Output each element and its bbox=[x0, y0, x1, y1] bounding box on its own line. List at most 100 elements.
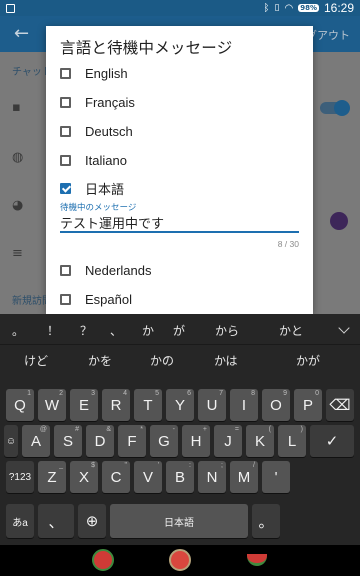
suggestion[interactable]: 、 bbox=[110, 322, 122, 339]
key-sub: 2 bbox=[59, 390, 63, 397]
checkmark-icon: ✓ bbox=[325, 433, 339, 450]
chat-toggle[interactable] bbox=[320, 100, 350, 116]
dialog-title: 言語と待機中メッセージ bbox=[60, 39, 233, 57]
key-q[interactable]: Q1 bbox=[6, 389, 34, 421]
key-label: Z bbox=[47, 468, 57, 486]
key-sub: _ bbox=[59, 462, 63, 469]
divider bbox=[0, 344, 360, 345]
key-t[interactable]: T5 bbox=[134, 389, 162, 421]
key-sub: 5 bbox=[155, 390, 159, 397]
language-option-french[interactable]: Français bbox=[60, 90, 135, 114]
key-sub: 3 bbox=[91, 390, 95, 397]
key-j[interactable]: J = bbox=[214, 425, 242, 457]
checkbox[interactable] bbox=[60, 264, 71, 276]
key-r[interactable]: R4 bbox=[102, 389, 130, 421]
battery-level: 98% bbox=[298, 4, 319, 12]
language-option-spanish[interactable]: Español bbox=[60, 287, 132, 311]
checkbox[interactable] bbox=[60, 154, 71, 166]
emoji-key[interactable]: ☺ bbox=[4, 425, 18, 457]
key-m[interactable]: M / bbox=[230, 461, 258, 493]
watermelon-slice-recents-icon[interactable] bbox=[247, 554, 267, 566]
key-i[interactable]: I8 bbox=[230, 389, 258, 421]
watermelon-back-icon[interactable] bbox=[92, 549, 114, 571]
key-s[interactable]: S # bbox=[54, 425, 82, 457]
key-f[interactable]: F * bbox=[118, 425, 146, 457]
key-l[interactable]: L) bbox=[278, 425, 306, 457]
key-sub: * bbox=[140, 426, 143, 433]
suggestion[interactable]: かが bbox=[296, 352, 320, 369]
suggestion-row: けど かを かの かは かが bbox=[0, 346, 360, 374]
key-n[interactable]: N; bbox=[198, 461, 226, 493]
color-swatch[interactable] bbox=[330, 212, 348, 230]
key-apostrophe[interactable]: ' bbox=[262, 461, 290, 493]
mode-switch-key[interactable]: あa bbox=[6, 504, 34, 538]
key-e[interactable]: E3 bbox=[70, 389, 98, 421]
enter-key[interactable]: ✓ bbox=[310, 425, 354, 457]
key-sub: 7 bbox=[219, 390, 223, 397]
key-sub: 6 bbox=[187, 390, 191, 397]
backspace-key[interactable]: ⌫ bbox=[326, 389, 354, 421]
key-o[interactable]: O9 bbox=[262, 389, 290, 421]
key-d[interactable]: D & bbox=[86, 425, 114, 457]
suggestion[interactable]: けど bbox=[24, 352, 48, 369]
key-y[interactable]: Y6 bbox=[166, 389, 194, 421]
key-k[interactable]: K( bbox=[246, 425, 274, 457]
notes-icon: ≡ bbox=[12, 246, 23, 261]
key-z[interactable]: Z _ bbox=[38, 461, 66, 493]
key-label: F bbox=[127, 432, 137, 450]
key-label: A bbox=[30, 432, 41, 450]
key-g[interactable]: G- bbox=[150, 425, 178, 457]
key-sub: 9 bbox=[283, 390, 287, 397]
wifi-icon: ◠ bbox=[284, 2, 294, 14]
key-w[interactable]: W2 bbox=[38, 389, 66, 421]
key-u[interactable]: U7 bbox=[198, 389, 226, 421]
comma-key[interactable]: 、 bbox=[38, 504, 74, 538]
language-option-italian[interactable]: Italiano bbox=[60, 148, 127, 172]
language-option-german[interactable]: Deutsch bbox=[60, 119, 133, 143]
key-label: I bbox=[241, 396, 247, 414]
key-x[interactable]: X $ bbox=[70, 461, 98, 493]
suggestion[interactable]: かは bbox=[214, 352, 238, 369]
suggestion[interactable]: かを bbox=[88, 352, 112, 369]
suggestion[interactable]: かの bbox=[150, 352, 174, 369]
key-v[interactable]: V ' bbox=[134, 461, 162, 493]
checkbox[interactable] bbox=[60, 293, 71, 305]
suggestion[interactable]: から bbox=[215, 322, 239, 339]
space-key[interactable]: 日本語 bbox=[110, 504, 248, 538]
language-option-japanese[interactable]: 日本語 bbox=[60, 176, 124, 200]
orange-home-icon[interactable] bbox=[169, 549, 191, 571]
language-option-dutch[interactable]: Nederlands bbox=[60, 258, 152, 282]
language-label: Deutsch bbox=[85, 123, 133, 139]
suggestion[interactable]: ！ bbox=[47, 322, 59, 339]
key-a[interactable]: A @ bbox=[22, 425, 50, 457]
suggestion-row: 。 ！ ？ 、 か が から かと bbox=[0, 316, 360, 344]
key-label: Q bbox=[14, 396, 26, 414]
suggestion[interactable]: かと bbox=[279, 322, 303, 339]
checkbox[interactable] bbox=[60, 96, 71, 108]
key-label: G bbox=[158, 432, 170, 450]
key-p[interactable]: P0 bbox=[294, 389, 322, 421]
suggestion[interactable]: ？ bbox=[80, 322, 92, 339]
key-b[interactable]: B: bbox=[166, 461, 194, 493]
globe-icon: ⊕ bbox=[85, 513, 99, 530]
suggestion[interactable]: か bbox=[142, 322, 154, 339]
symbols-key[interactable]: ?123 bbox=[6, 461, 34, 493]
period-key[interactable]: 。 bbox=[252, 504, 280, 538]
bluetooth-icon: ᛒ bbox=[263, 2, 270, 14]
suggestion[interactable]: が bbox=[173, 322, 185, 339]
key-label: 、 bbox=[48, 513, 64, 531]
away-message-input[interactable] bbox=[60, 213, 299, 233]
checkbox-checked[interactable] bbox=[60, 182, 71, 194]
expand-suggestions-icon[interactable] bbox=[338, 322, 350, 334]
language-option-english[interactable]: English bbox=[60, 61, 128, 85]
key-h[interactable]: H + bbox=[182, 425, 210, 457]
suggestion[interactable]: 。 bbox=[12, 322, 24, 339]
key-label: C bbox=[110, 468, 122, 486]
back-arrow-icon[interactable]: ← bbox=[14, 23, 29, 44]
checkbox[interactable] bbox=[60, 67, 71, 79]
key-label: H bbox=[190, 432, 202, 450]
language-label: Français bbox=[85, 94, 135, 110]
checkbox[interactable] bbox=[60, 125, 71, 137]
language-switch-key[interactable]: ⊕ bbox=[78, 504, 106, 538]
key-c[interactable]: C " bbox=[102, 461, 130, 493]
